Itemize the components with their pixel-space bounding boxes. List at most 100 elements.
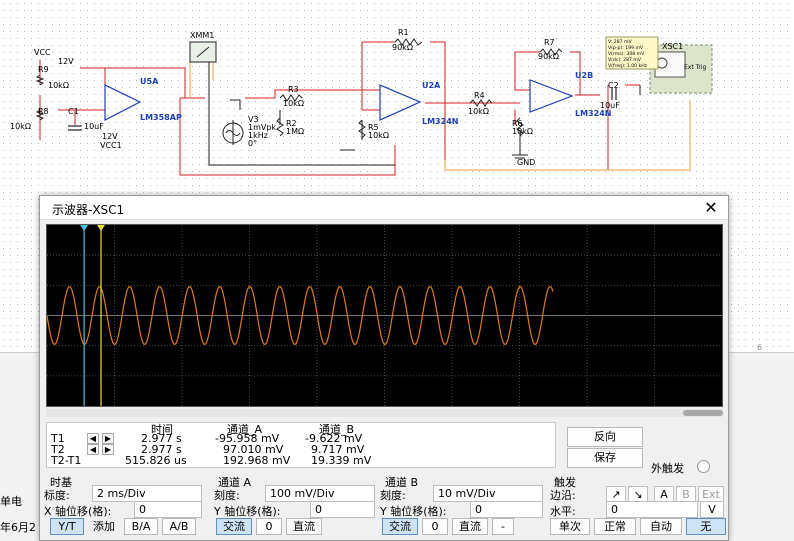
delta-channel-a: 192.968 mV [223,454,291,467]
u5a-part: LM358AP [140,113,182,122]
channel-b-minus-button[interactable]: - [492,518,514,535]
r3-value: 10kΩ [283,99,304,108]
channel-a-ypos-label: Y 轴位移(格): [214,505,281,518]
timebase-scale-field[interactable]: 2 ms/Div [92,485,202,502]
ab-mode-button[interactable]: A/B [162,518,196,535]
gnd-label: GND [517,158,535,167]
vcc-voltage: 12V [58,57,74,66]
ba-mode-button[interactable]: B/A [124,518,158,535]
cursor-t2-handle [97,225,105,231]
trigger-auto-button[interactable]: 自动 [640,518,682,535]
scope-display[interactable] [46,224,723,407]
x-position-label: X 轴位移(格): [44,505,112,518]
trigger-source-b-button[interactable]: B [676,486,696,502]
c2-value: 10uF [600,101,620,110]
trigger-source-a-button[interactable]: A [654,486,674,502]
reverse-button[interactable]: 反向 [567,427,643,447]
timebase-scale-label: 标度: [44,489,70,502]
r8-value: 10kΩ [10,122,31,131]
channel-a-ypos-field[interactable]: 0 [310,501,375,518]
neg-supply-voltage: 12V [102,132,118,141]
r2-value: 1MΩ [286,127,304,136]
channel-a-dc-button[interactable]: 直流 [286,518,322,535]
u2b-label: U2B [575,71,593,80]
trigger-level-label: 水平: [550,505,576,518]
window-title: 示波器-XSC1 [52,203,125,217]
ext-trigger-label: 外触发 [651,462,684,475]
channel-a-zero-button[interactable]: 0 [256,518,282,535]
r4-value: 10kΩ [468,107,489,116]
r7-label: R7 [544,38,555,47]
u2a-label: U2A [422,81,441,90]
t1-left-button[interactable]: ◀ [87,433,99,444]
r1-value: 90kΩ [392,43,413,52]
v3-phase: 0° [248,139,257,148]
side-clip-top: 单电 [0,495,22,508]
channel-b-zero-button[interactable]: 0 [422,518,448,535]
channel-b-scale-label: 刻度: [380,489,406,502]
r9-label: R9 [38,65,49,74]
c2-label: C2 [608,81,619,90]
xmm1-label: XMM1 [190,31,214,40]
oscilloscope-window[interactable]: 示波器-XSC1 ✕ 时间 通道_A 通道_B T1 ◀ ▶ 2.977 s -… [39,195,729,541]
cursor-t1-handle [80,225,89,231]
ext-trigger-radio[interactable] [697,460,710,473]
window-titlebar[interactable]: 示波器-XSC1 ✕ [40,196,728,220]
trigger-level-unit[interactable]: V [700,501,724,518]
u2b-part: LM324N [575,109,611,118]
probe-line-1: V: 287 mV [608,39,632,45]
channel-b-scale-field[interactable]: 10 mV/Div [433,485,543,502]
trigger-falling-edge-button[interactable]: ↘ [628,486,648,502]
close-icon: ✕ [704,198,718,217]
waveform-plot [47,225,722,406]
r7-value: 90kΩ [538,52,559,61]
xsc1-label: XSC1 [662,42,683,51]
t2-left-button[interactable]: ◀ [87,444,99,455]
channel-a-ac-button[interactable]: 交流 [216,518,252,535]
yt-mode-button[interactable]: Y/T [50,518,84,535]
channel-a-scale-field[interactable]: 100 mV/Div [265,485,375,502]
falling-edge-icon: ↘ [633,488,643,501]
side-clip-bottom: 年6月2 [0,521,36,534]
rising-edge-icon: ↗ [611,488,621,501]
probe-line-2: V(p-p): 199 mV [608,45,644,51]
r5-value: 10kΩ [368,131,389,140]
add-mode-button[interactable]: 添加 [86,518,122,535]
cursor-readout-table: 时间 通道_A 通道_B T1 ◀ ▶ 2.977 s -95.958 mV -… [46,422,556,468]
trigger-single-button[interactable]: 单次 [550,518,590,535]
trigger-none-button[interactable]: 无 [686,518,726,535]
r9-value: 10kΩ [48,81,69,90]
trigger-rising-edge-button[interactable]: ↗ [606,486,626,502]
delta-channel-b: 19.339 mV [311,454,372,467]
channel-b-ac-button[interactable]: 交流 [382,518,418,535]
save-button[interactable]: 保存 [567,448,643,468]
probe-line-3: V(rms): 308 mV [608,51,645,57]
t1-right-button[interactable]: ▶ [102,433,114,444]
x-position-field[interactable]: 0 [134,501,202,518]
u5a-label: U5A [140,77,159,86]
trigger-normal-button[interactable]: 正常 [594,518,636,535]
scrollbar-thumb[interactable] [683,410,723,416]
t2-right-button[interactable]: ▶ [102,444,114,455]
trigger-level-field[interactable]: 0 [606,501,698,518]
close-button[interactable]: ✕ [700,198,722,218]
ext-trig-label: Ext Trig [684,64,707,71]
r1-label: R1 [398,28,409,37]
trigger-edge-label: 边沿: [550,489,576,502]
channel-a-scale-label: 刻度: [214,489,240,502]
c1-label: C1 [68,107,79,116]
probe-line-5: V(freq): 1.00 kHz [608,63,648,69]
probe-line-4: V(dc): 287 mV [608,57,642,63]
u2a-part: LM324N [422,117,458,126]
channel-b-ypos-field[interactable]: 0 [470,501,543,518]
channel-b-dc-button[interactable]: 直流 [452,518,488,535]
trigger-source-ext-button[interactable]: Ext [698,486,724,502]
row-delta-label: T2-T1 [51,454,82,467]
r4-label: R4 [474,91,485,100]
vcc-label: VCC [34,48,51,57]
page-number: 6 [757,343,762,352]
r3-label: R3 [288,85,299,94]
horizontal-scrollbar[interactable] [46,409,723,417]
delta-time: 515.826 us [125,454,187,467]
channel-b-ypos-label: Y 轴位移(格): [380,505,447,518]
